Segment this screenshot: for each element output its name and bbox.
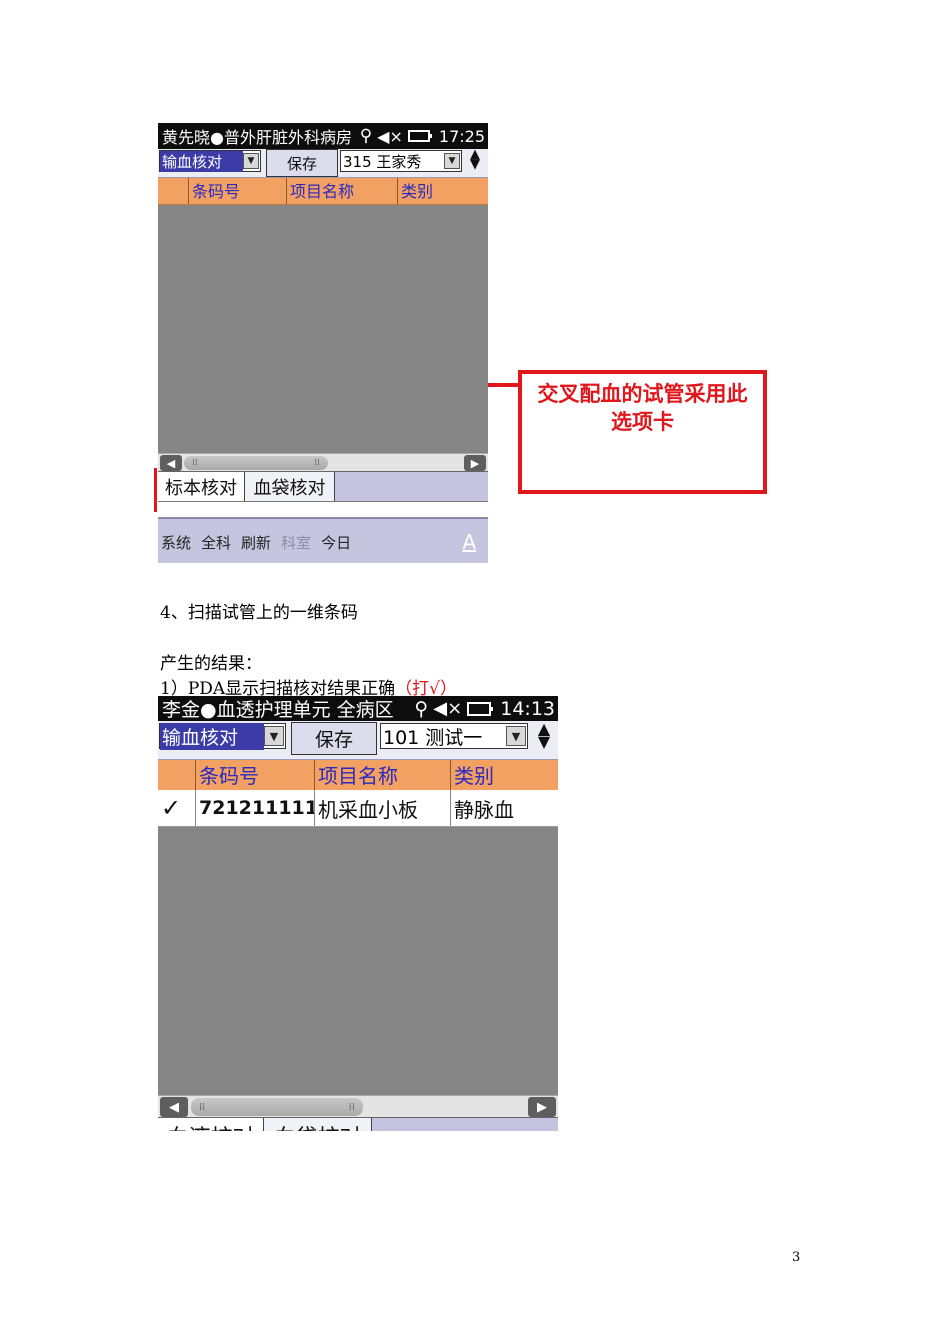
battery-icon [407, 130, 432, 142]
menu-bar: 系统 全科 刷新 科室 今日 A [158, 517, 488, 563]
horizontal-scrollbar[interactable]: ◀ ⁞⁞ ⁞⁞ ▶ [158, 1095, 558, 1118]
patient-select[interactable]: 315 王家秀 ▼ [340, 150, 462, 172]
table-row[interactable]: ✓ 721211111 机采血小板 静脉血 [158, 790, 558, 827]
up-down-arrows-icon[interactable]: ▲ ▼ [531, 721, 557, 750]
patient-select-value: 101 测试一 [383, 726, 483, 749]
row-type: 静脉血 [454, 797, 514, 822]
status-bar: 李金●血透护理单元 全病区 ⚲ ◀× 14:13 [158, 696, 558, 721]
pda-screenshot-2: 李金●血透护理单元 全病区 ⚲ ◀× 14:13 输血核对 ▼ 保存 101 测… [158, 696, 558, 1131]
clock: 17:25 [438, 126, 485, 146]
patient-select-value: 315 王家秀 [343, 152, 422, 171]
header-check-column [158, 760, 196, 790]
table-header: 条码号 项目名称 类别 [158, 178, 488, 205]
status-title: 黄先晓●普外肝脏外科病房 [162, 128, 352, 147]
status-bar: 黄先晓●普外肝脏外科病房 ⚲ ◀× 17:25 [158, 123, 488, 149]
up-down-arrows-icon[interactable]: ▲ ▼ [464, 148, 486, 172]
menu-today[interactable]: 今日 [321, 532, 351, 553]
signal-icon: ⚲ [359, 126, 373, 146]
row-item-name: 机采血小板 [315, 790, 451, 826]
mode-select-value: 输血核对 [160, 150, 243, 172]
result-intro: 产生的结果： [160, 654, 262, 674]
scroll-left-icon[interactable]: ◀ [160, 455, 182, 471]
tab-specimen-check[interactable]: 标本核对 [158, 472, 245, 502]
save-button[interactable]: 保存 [266, 149, 338, 177]
callout-tab-marker [154, 468, 157, 512]
header-barcode[interactable]: 条码号 [196, 760, 315, 790]
scroll-left-icon[interactable]: ◀ [160, 1097, 188, 1117]
scroll-right-icon[interactable]: ▶ [464, 455, 486, 471]
clock: 14:13 [500, 697, 555, 720]
signal-icon: ⚲ [414, 697, 429, 720]
mode-select[interactable]: 输血核对 ▼ [159, 722, 286, 750]
tab-bar: 标本核对 血袋核对 [158, 471, 488, 502]
header-item-name[interactable]: 项目名称 [287, 178, 398, 204]
mode-select[interactable]: 输血核对 ▼ [159, 150, 261, 172]
speaker-mute-icon: ◀× [433, 698, 463, 719]
horizontal-scrollbar[interactable]: ◀ ⁞⁞ ⁞⁞ ▶ [158, 453, 488, 472]
status-title: 李金●血透护理单元 全病区 [162, 699, 394, 721]
input-method-icon[interactable]: A [462, 530, 476, 554]
menu-all-dept[interactable]: 全科 [201, 532, 231, 553]
row-checkmark-icon[interactable]: ✓ [158, 790, 196, 826]
mode-select-value: 输血核对 [160, 722, 264, 750]
header-check-column [158, 178, 189, 204]
scroll-right-icon[interactable]: ▶ [528, 1097, 556, 1117]
tab-bar: 血液核对 血袋核对 [158, 1117, 558, 1131]
header-type[interactable]: 类别 [398, 178, 488, 204]
header-barcode[interactable]: 条码号 [189, 178, 287, 204]
tab-bloodbag-check[interactable]: 血袋核对 [245, 472, 335, 502]
page-number: 3 [792, 1250, 801, 1265]
tab-bloodbag-check[interactable]: 血袋核对 [264, 1118, 372, 1131]
header-item-name[interactable]: 项目名称 [315, 760, 451, 790]
chevron-down-icon[interactable]: ▼ [444, 153, 460, 169]
save-button[interactable]: 保存 [291, 722, 377, 755]
pda-screenshot-1: 黄先晓●普外肝脏外科病房 ⚲ ◀× 17:25 输血核对 ▼ 保存 315 王家… [158, 123, 488, 563]
patient-select[interactable]: 101 测试一 ▼ [380, 723, 528, 749]
callout-text: 交叉配血的试管采用此选项卡 [537, 382, 748, 434]
menu-system[interactable]: 系统 [161, 532, 191, 553]
callout-connector [488, 383, 518, 387]
chevron-down-icon[interactable]: ▼ [506, 726, 526, 746]
chevron-down-icon[interactable]: ▼ [264, 726, 284, 746]
menu-refresh[interactable]: 刷新 [241, 532, 271, 553]
tab-blood-check[interactable]: 血液核对 [158, 1118, 264, 1131]
step-4-heading: 4、扫描试管上的一维条码 [160, 603, 358, 623]
speaker-mute-icon: ◀× [377, 126, 403, 146]
scroll-thumb[interactable]: ⁞⁞ ⁞⁞ [191, 1098, 363, 1116]
menu-department: 科室 [281, 533, 312, 552]
row-barcode: 721211111 [196, 790, 315, 826]
scroll-thumb[interactable]: ⁞⁞ ⁞⁞ [184, 456, 328, 470]
callout-box: 交叉配血的试管采用此选项卡 [518, 370, 767, 494]
chevron-down-icon[interactable]: ▼ [243, 153, 259, 169]
battery-icon [467, 701, 494, 716]
header-type[interactable]: 类别 [451, 760, 558, 790]
table-header: 条码号 项目名称 类别 [158, 760, 558, 791]
